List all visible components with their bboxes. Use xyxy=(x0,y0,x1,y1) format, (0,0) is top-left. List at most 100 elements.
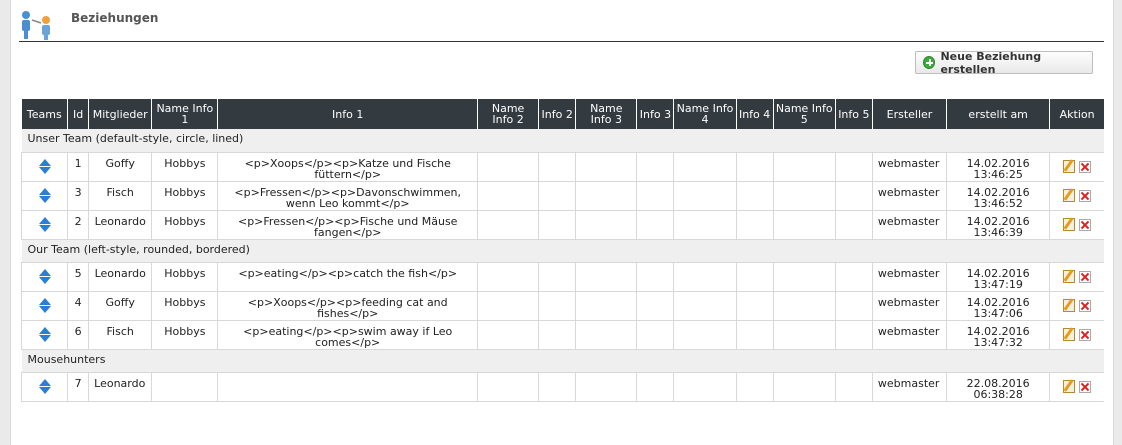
empty-cell xyxy=(575,181,637,211)
delete-icon[interactable] xyxy=(1079,380,1092,393)
row-created-at: 22.08.2016 06:38:28 xyxy=(946,372,1050,402)
row-time: 06:38:28 xyxy=(973,387,1023,401)
empty-cell xyxy=(673,181,737,211)
row-info1: <p>eating</p><p>catch the fish</p> xyxy=(217,262,478,292)
column-header: Info 1 xyxy=(217,99,478,129)
row-info1: <p>Xoops</p><p>Katze und Fische füttern<… xyxy=(217,152,478,182)
row-info1: <p>Fressen</p><p>Davonschwimmen, wenn Le… xyxy=(217,181,478,211)
column-header: Aktion xyxy=(1049,99,1104,129)
delete-icon[interactable] xyxy=(1079,270,1092,283)
delete-icon[interactable] xyxy=(1079,328,1092,341)
row-actions xyxy=(1049,372,1104,402)
row-date: 14.02.2016 xyxy=(966,324,1030,338)
delete-icon[interactable] xyxy=(1079,160,1092,173)
empty-cell xyxy=(834,291,873,321)
edit-icon[interactable] xyxy=(1063,379,1076,393)
row-id: 4 xyxy=(67,291,89,321)
edit-icon[interactable] xyxy=(1063,217,1076,231)
delete-icon[interactable] xyxy=(1079,189,1092,202)
row-creator: webmaster xyxy=(871,181,947,211)
row-time: 13:46:39 xyxy=(973,225,1023,239)
empty-cell xyxy=(735,320,774,350)
column-header: Info 4 xyxy=(735,99,774,129)
empty-cell xyxy=(477,262,539,292)
row-actions xyxy=(1049,181,1104,211)
delete-icon[interactable] xyxy=(1079,299,1092,312)
row-created-at: 14.02.2016 13:46:39 xyxy=(946,210,1050,240)
row-id: 1 xyxy=(67,152,89,182)
row-time: 13:47:19 xyxy=(973,277,1023,291)
row-actions xyxy=(1049,262,1104,292)
edit-icon[interactable] xyxy=(1063,298,1076,312)
move-arrows-icon[interactable] xyxy=(38,187,51,204)
row-actions xyxy=(1049,210,1104,240)
row-date: 14.02.2016 xyxy=(966,156,1030,170)
table-row: 4 Goffy Hobbys <p>Xoops</p><p>feeding cat a… xyxy=(20,291,1104,321)
row-date: 14.02.2016 xyxy=(966,266,1030,280)
edit-icon[interactable] xyxy=(1063,269,1076,283)
row-created-at: 14.02.2016 13:47:06 xyxy=(946,291,1050,321)
empty-cell xyxy=(538,372,576,402)
row-member: Goffy xyxy=(88,291,152,321)
row-name-info1: Hobbys xyxy=(151,262,218,292)
move-arrows-icon[interactable] xyxy=(38,378,51,395)
empty-cell xyxy=(673,291,737,321)
row-date: 14.02.2016 xyxy=(966,214,1030,228)
delete-icon[interactable] xyxy=(1079,218,1092,231)
new-relationship-button[interactable]: Neue Beziehung erstellen xyxy=(915,50,1093,76)
row-name-info1: Hobbys xyxy=(151,291,218,321)
empty-cell xyxy=(772,152,836,182)
edit-icon[interactable] xyxy=(1063,159,1076,173)
empty-cell xyxy=(735,152,774,182)
move-cell xyxy=(20,262,68,292)
empty-cell xyxy=(636,262,674,292)
edit-icon[interactable] xyxy=(1063,327,1076,341)
column-header: Id xyxy=(67,99,89,129)
row-created-at: 14.02.2016 13:47:19 xyxy=(946,262,1050,292)
column-header: Name Info 2 xyxy=(477,99,539,129)
empty-cell xyxy=(477,372,539,402)
row-member: Leonardo xyxy=(88,210,152,240)
empty-cell xyxy=(673,372,737,402)
table-header-row: Teams Id Mitglieder Name Info 1 Info 1 Name I… xyxy=(21,99,1104,129)
move-arrows-icon[interactable] xyxy=(38,216,51,233)
row-member: Goffy xyxy=(88,152,152,182)
empty-cell xyxy=(538,262,576,292)
empty-cell xyxy=(772,372,836,402)
row-member: Fisch xyxy=(88,181,152,211)
empty-cell xyxy=(538,291,576,321)
group-row: Unser Team (default-style, circle, lined… xyxy=(21,129,1104,153)
table-row: 6 Fisch Hobbys <p>eating</p><p>swim away if… xyxy=(20,320,1104,350)
column-header: Teams xyxy=(21,99,68,129)
edit-icon[interactable] xyxy=(1063,188,1076,202)
empty-cell xyxy=(834,210,873,240)
empty-cell xyxy=(636,152,674,182)
empty-cell xyxy=(834,372,873,402)
row-creator: webmaster xyxy=(871,320,947,350)
row-creator: webmaster xyxy=(871,152,947,182)
move-arrows-icon[interactable] xyxy=(38,326,51,343)
row-info1: <p>Fressen</p><p>Fische und Mäuse fangen… xyxy=(217,210,478,240)
empty-cell xyxy=(636,320,674,350)
move-arrows-icon[interactable] xyxy=(38,297,51,314)
row-name-info1: Hobbys xyxy=(151,320,218,350)
title-divider xyxy=(19,41,1104,42)
row-name-info1: Hobbys xyxy=(151,181,218,211)
move-cell xyxy=(20,181,68,211)
table-row: 2 Leonardo Hobbys <p>Fressen</p><p>Fische u… xyxy=(20,210,1104,240)
row-id: 2 xyxy=(67,210,89,240)
group-name: Mousehunters xyxy=(21,349,1104,373)
table-row: 5 Leonardo Hobbys <p>eating</p><p>catch the… xyxy=(20,262,1104,292)
empty-cell xyxy=(772,181,836,211)
empty-cell xyxy=(772,291,836,321)
row-time: 13:46:25 xyxy=(973,167,1023,181)
empty-cell xyxy=(834,262,873,292)
row-actions xyxy=(1049,291,1104,321)
move-arrows-icon[interactable] xyxy=(38,158,51,175)
move-cell xyxy=(20,291,68,321)
row-created-at: 14.02.2016 13:47:32 xyxy=(946,320,1050,350)
empty-cell xyxy=(538,320,576,350)
page-title: Beziehungen xyxy=(71,11,159,25)
empty-cell xyxy=(636,291,674,321)
move-arrows-icon[interactable] xyxy=(38,268,51,285)
